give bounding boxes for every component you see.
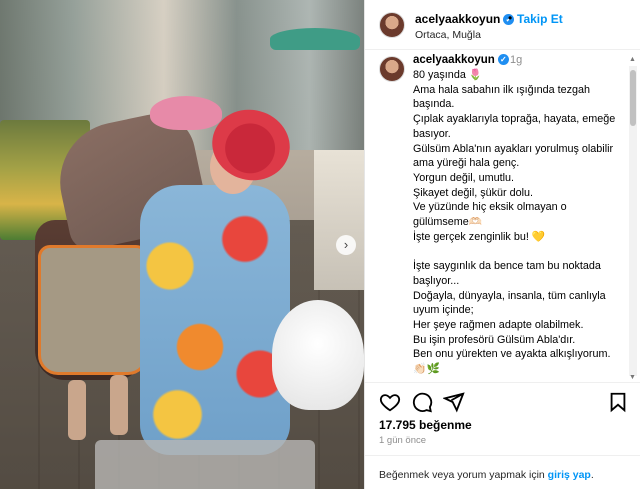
post-photo [0,0,364,489]
share-icon[interactable] [442,391,465,413]
pink-headscarf [150,96,222,130]
login-prompt-suffix: . [590,469,594,481]
bookmark-icon[interactable] [607,391,629,413]
foreground-bag [95,440,315,489]
author-username[interactable]: acelyaakkoyun ✓ [415,12,515,26]
verified-badge-icon: ✓ [497,54,509,66]
avatar[interactable] [379,56,405,82]
post-header: acelyaakkoyun ✓ • Takip Et Ortaca, Muğla [365,0,640,50]
apron [38,245,148,375]
login-prompt-text: Beğenmek veya yorum yapmak için giriş ya… [379,469,594,481]
follow-button[interactable]: Takip Et [517,12,563,26]
comment-username-text[interactable]: acelyaakkoyun [413,54,495,66]
floral-dress [140,185,290,455]
avatar[interactable] [379,12,405,38]
leg [68,380,86,440]
market-umbrella [270,28,360,50]
caption-text: 80 yaşında 🌷 Ama hala sabahın ilk ışığın… [413,69,616,376]
author-username-text[interactable]: acelyaakkoyun [415,12,500,26]
scrollbar[interactable] [629,66,637,376]
scroll-up-arrow-icon[interactable]: ▲ [629,56,636,63]
login-prompt: Beğenmek veya yorum yapmak için giriş ya… [365,455,640,489]
action-bar [365,382,640,422]
white-headscarf [272,300,364,410]
like-count[interactable]: 17.795 beğenme [379,418,472,432]
login-prompt-prefix: Beğenmek veya yorum yapmak için [379,469,548,481]
stall-right [314,150,364,290]
chevron-right-icon[interactable]: › [336,235,356,255]
leg [110,375,128,435]
comment-username[interactable]: acelyaakkoyun ✓ [413,54,509,66]
post-age[interactable]: 1 gün önce [379,435,426,446]
comment-icon[interactable] [411,391,433,413]
scroll-down-arrow-icon[interactable]: ▼ [629,374,636,381]
scrollbar-thumb[interactable] [630,70,636,126]
post-sidebar: acelyaakkoyun ✓ • Takip Et Ortaca, Muğla … [364,0,640,489]
login-link[interactable]: giriş yap [548,469,591,481]
separator-dot: • [508,11,513,25]
comment-time: 1g [510,54,523,66]
heart-icon[interactable] [379,391,401,413]
caption-comment: acelyaakkoyun ✓ 1g 80 yaşında 🌷 Ama hala … [365,50,635,380]
post-location[interactable]: Ortaca, Muğla [415,29,481,41]
